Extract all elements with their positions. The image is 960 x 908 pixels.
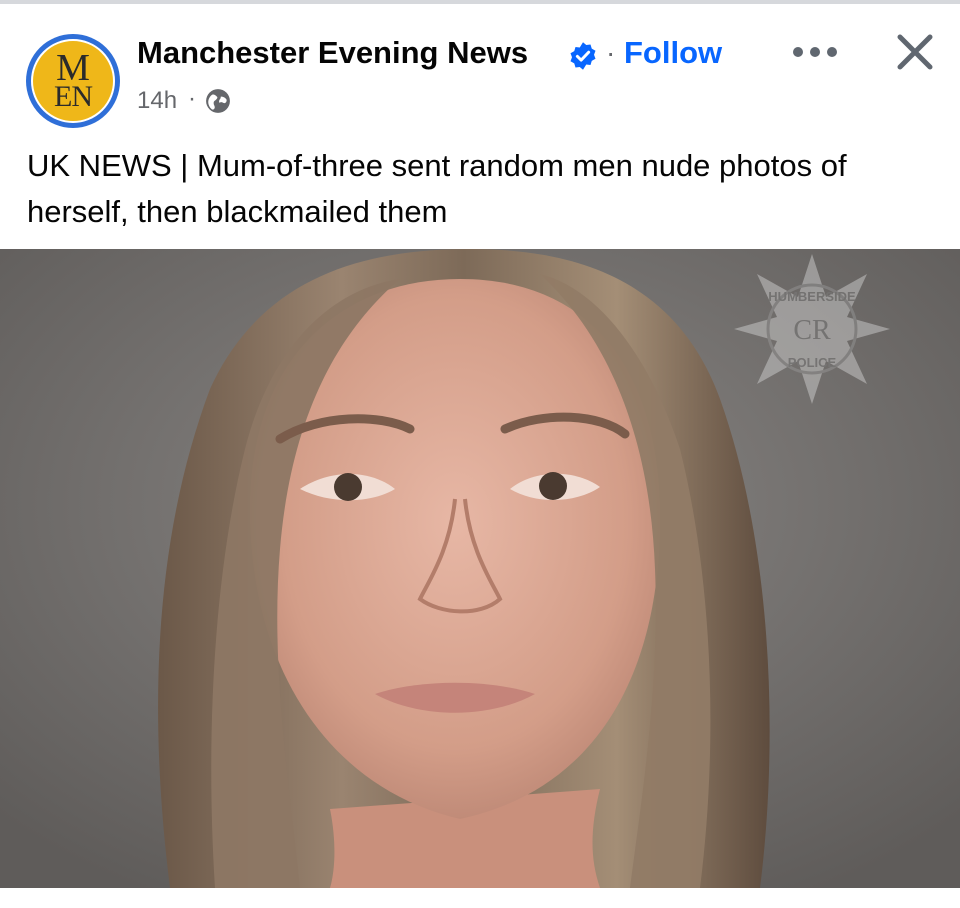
name-follow-separator: · [606,37,616,68]
post-text: UK NEWS | Mum-of-three sent random men n… [27,148,847,229]
avatar-logo: M EN [31,39,115,123]
avatar-logo-en: EN [54,80,93,114]
post-photo[interactable]: HUMBERSIDE POLICE CR [0,249,960,888]
page-avatar[interactable]: M EN [26,34,120,128]
svg-text:CR: CR [793,315,831,346]
bottom-spacer [0,888,960,908]
page-name[interactable]: Manchester Evening News [137,35,528,71]
svg-text:POLICE: POLICE [788,355,837,370]
globe-icon[interactable] [205,88,231,114]
timestamp-separator: · [188,85,196,112]
svg-text:HUMBERSIDE: HUMBERSIDE [768,289,856,304]
close-icon[interactable] [893,30,937,74]
more-options-icon[interactable] [793,44,837,60]
mugshot-image: HUMBERSIDE POLICE CR [0,249,960,888]
post-header: M EN Manchester Evening News · Follow 14… [0,4,960,128]
verified-badge-icon [570,42,596,70]
follow-button[interactable]: Follow [624,35,722,71]
post-timestamp[interactable]: 14h [137,87,177,115]
